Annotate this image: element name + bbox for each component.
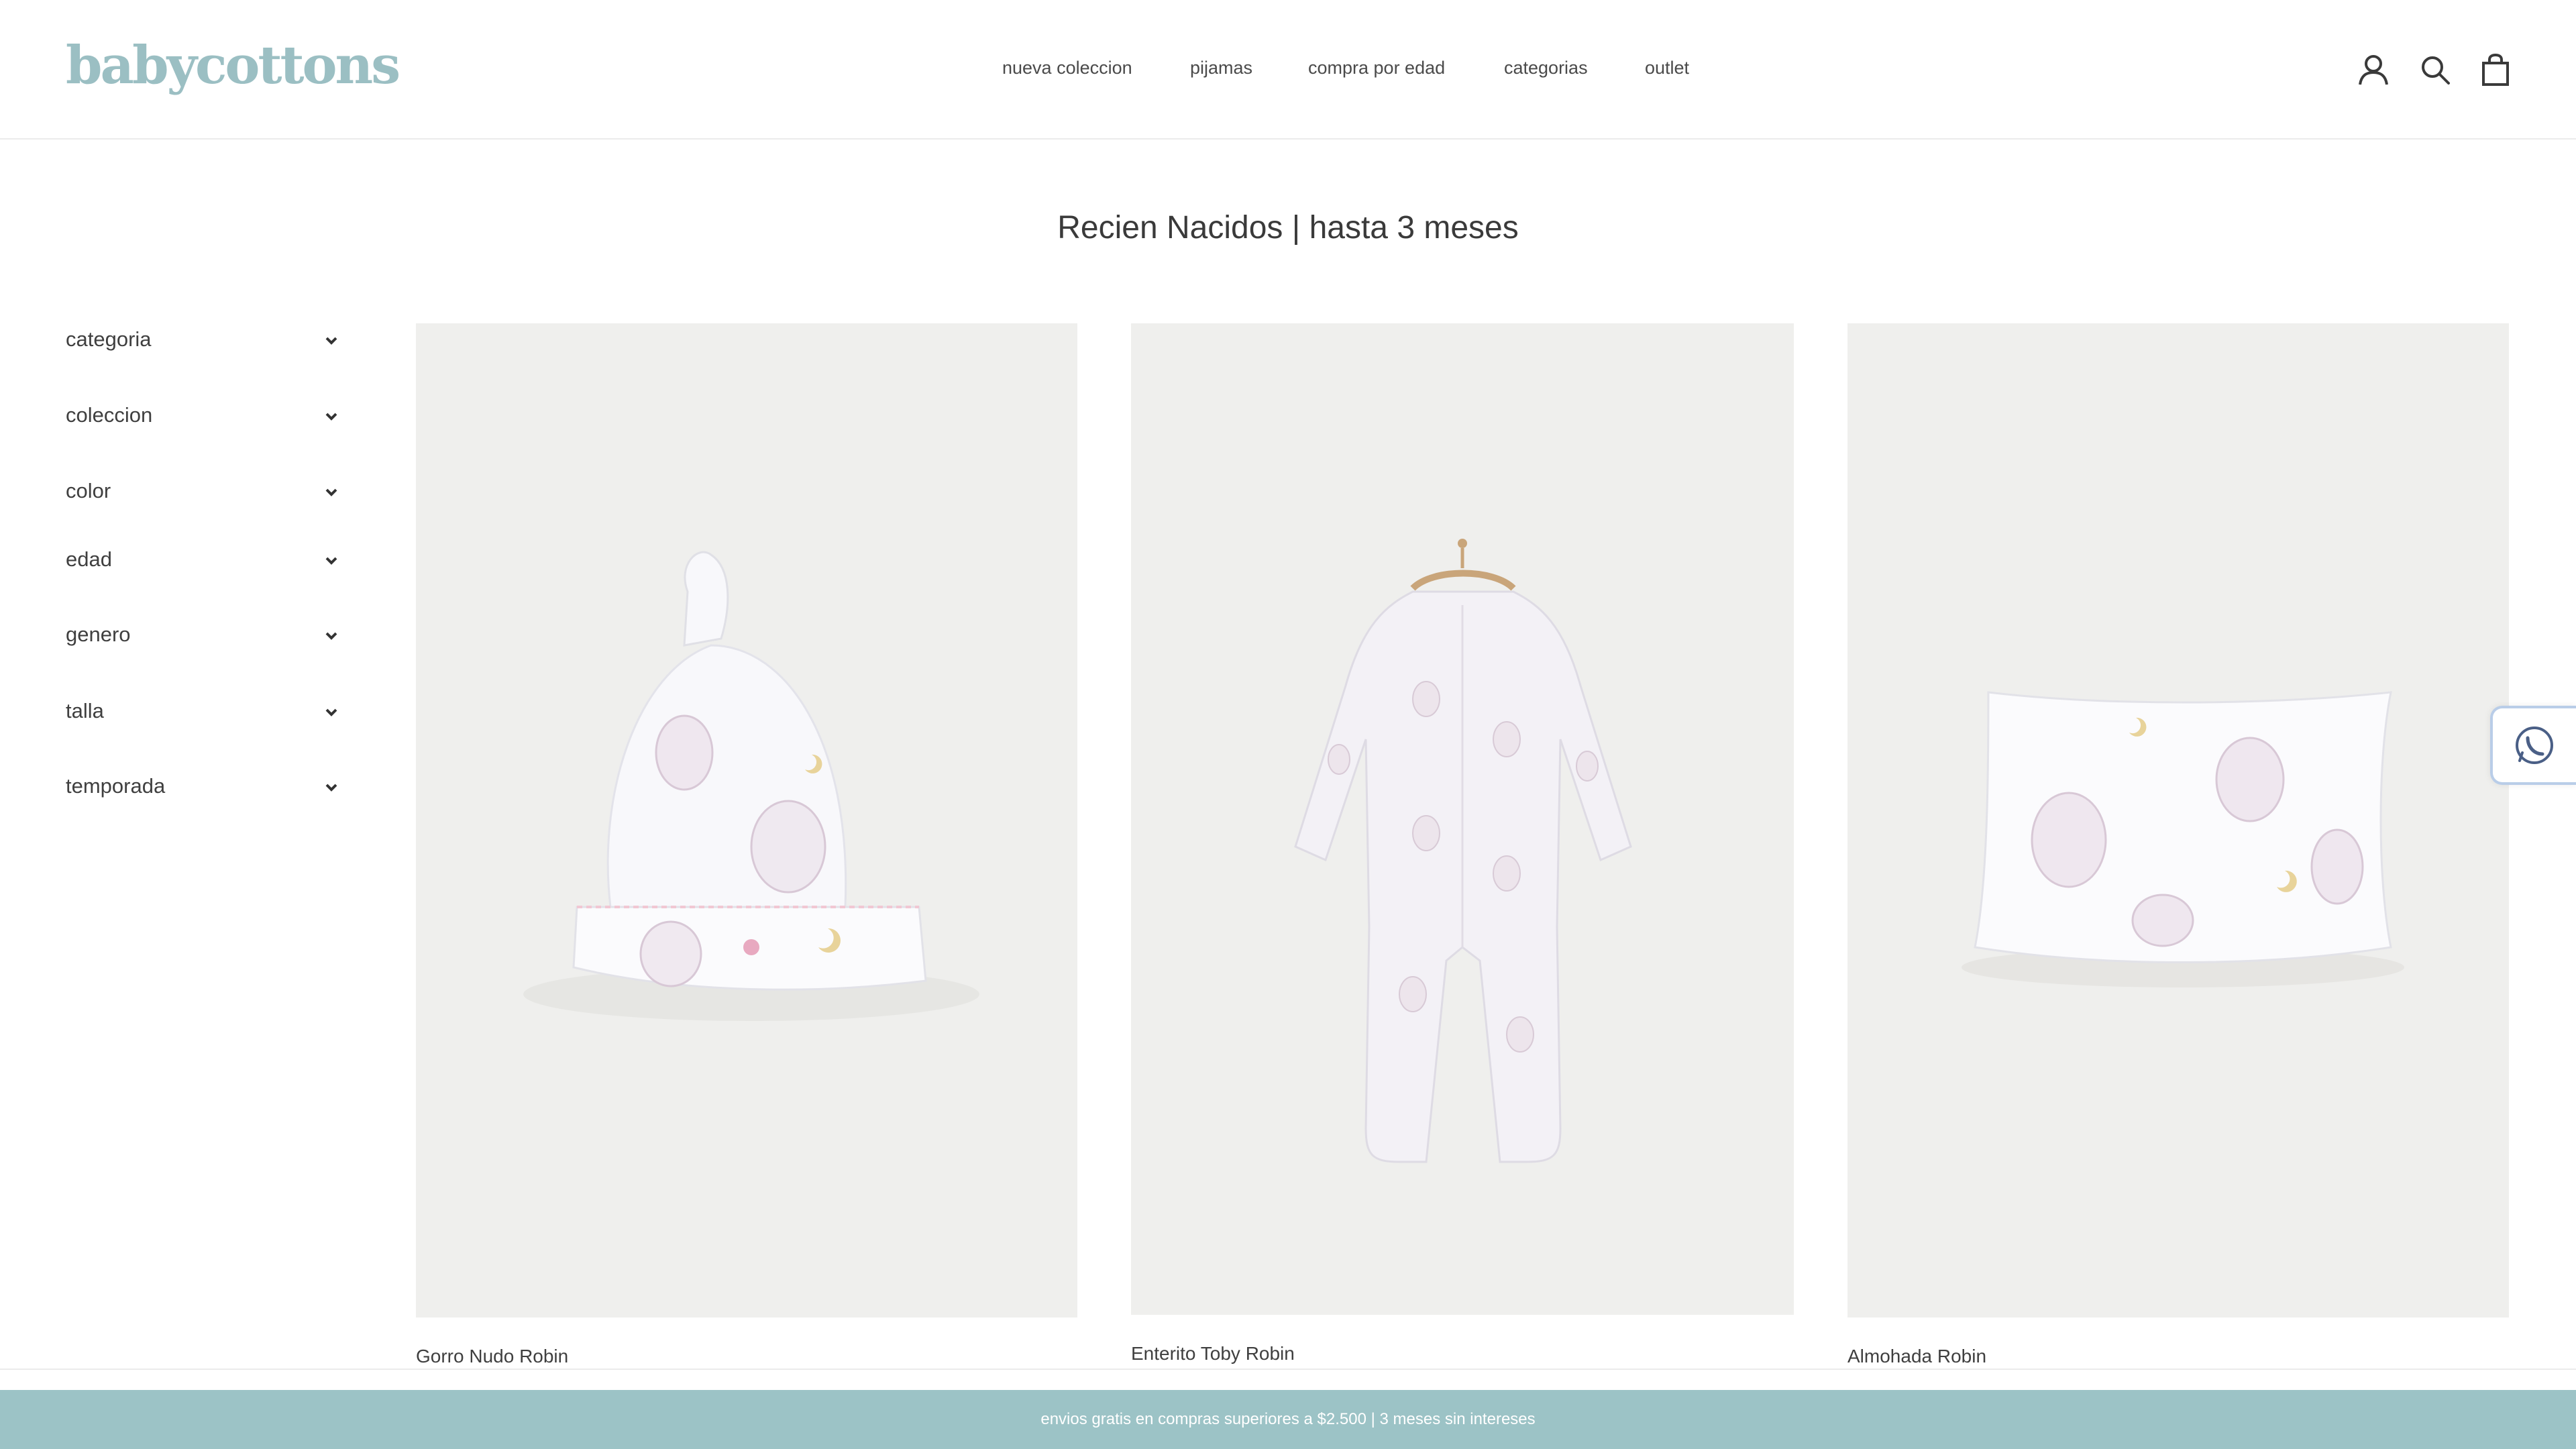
- filter-talla[interactable]: talla: [66, 694, 341, 734]
- filter-genero[interactable]: genero: [66, 617, 341, 657]
- product-name[interactable]: Gorro Nudo Robin: [416, 1346, 568, 1367]
- whatsapp-icon: [2516, 727, 2553, 764]
- chevron-down-icon: [325, 413, 337, 421]
- search-icon[interactable]: [2418, 52, 2453, 87]
- chevron-down-icon: [325, 708, 337, 716]
- filter-label: coleccion: [66, 403, 153, 427]
- product-name[interactable]: Almohada Robin: [1847, 1346, 1986, 1367]
- nav-item-outlet[interactable]: outlet: [1645, 58, 1689, 78]
- filter-label: talla: [66, 699, 104, 722]
- nav-item-pijamas[interactable]: pijamas: [1190, 58, 1252, 78]
- filter-color[interactable]: color: [66, 474, 341, 514]
- account-icon[interactable]: [2356, 52, 2391, 87]
- nav-item-compra-por-edad[interactable]: compra por edad: [1308, 58, 1445, 78]
- divider: [0, 1368, 2576, 1370]
- chevron-down-icon: [325, 337, 337, 345]
- product-image-hat[interactable]: [416, 323, 1077, 1318]
- chevron-down-icon: [325, 632, 337, 640]
- filter-label: color: [66, 479, 111, 502]
- promo-bar: envios gratis en compras superiores a $2…: [0, 1390, 2576, 1449]
- filter-label: genero: [66, 623, 131, 646]
- page-title: Recien Nacidos | hasta 3 meses: [1057, 210, 1519, 246]
- brand-logo[interactable]: babycottons: [66, 35, 400, 96]
- filter-categoria[interactable]: categoria: [66, 322, 341, 362]
- filter-label: categoria: [66, 327, 152, 351]
- site-header: babycottons nueva coleccion pijamas comp…: [0, 0, 2576, 140]
- product-image-onesie[interactable]: [1131, 323, 1794, 1315]
- chevron-down-icon: [325, 784, 337, 792]
- filter-label: temporada: [66, 774, 166, 798]
- filter-temporada[interactable]: temporada: [66, 769, 341, 809]
- filter-edad[interactable]: edad: [66, 542, 341, 582]
- whatsapp-button[interactable]: [2490, 706, 2576, 785]
- product-image-pillow[interactable]: [1847, 323, 2509, 1318]
- nav-item-categorias[interactable]: categorias: [1504, 58, 1588, 78]
- chevron-down-icon: [325, 488, 337, 496]
- filter-coleccion[interactable]: coleccion: [66, 398, 341, 438]
- nav-item-nueva-coleccion[interactable]: nueva coleccion: [1002, 58, 1132, 78]
- filter-label: edad: [66, 547, 112, 571]
- chevron-down-icon: [325, 557, 337, 565]
- cart-icon[interactable]: [2478, 52, 2513, 87]
- product-name[interactable]: Enterito Toby Robin: [1131, 1343, 1295, 1364]
